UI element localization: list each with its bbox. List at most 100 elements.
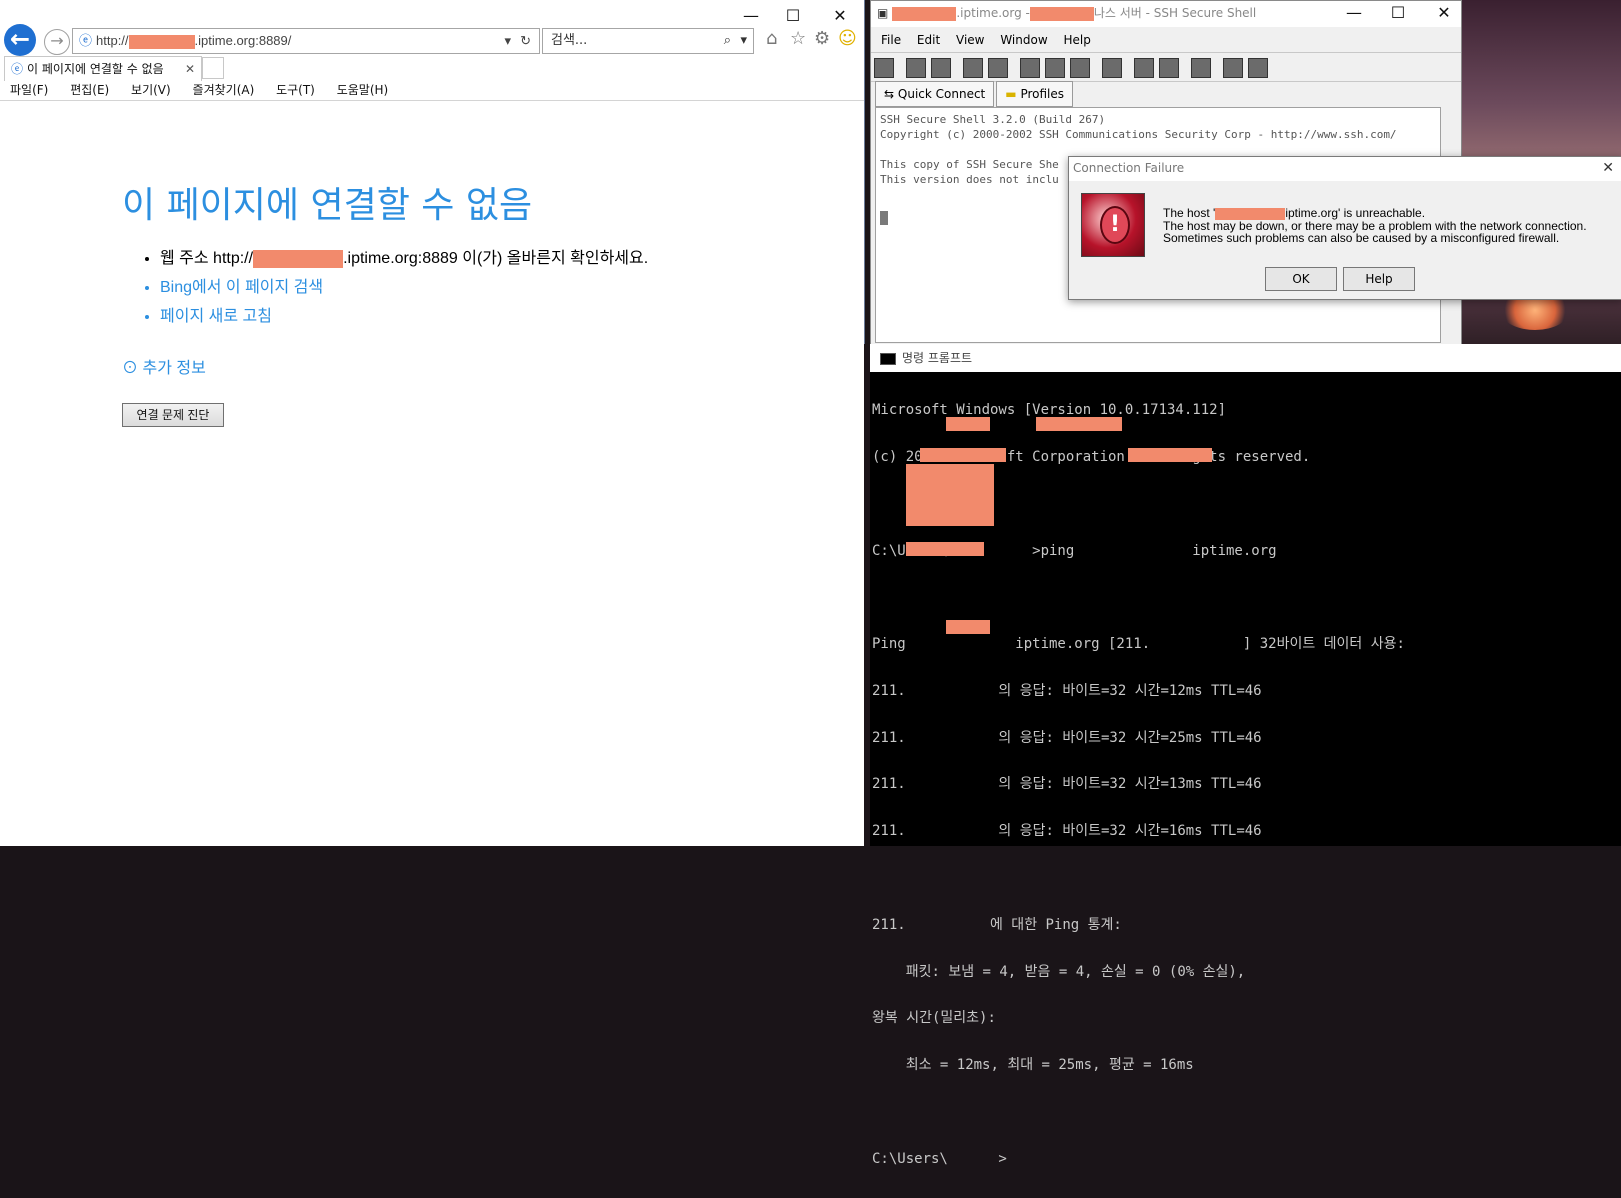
address-bar[interactable]: ⓔ http:// .iptime.org:8889/ ▾ ↻ xyxy=(72,28,540,54)
ssh-menu-help[interactable]: Help xyxy=(1063,33,1090,47)
ssh-title-host: .iptime.org - xyxy=(956,6,1030,20)
new-terminal-icon[interactable] xyxy=(1134,58,1154,78)
favorites-star-icon[interactable]: ☆ xyxy=(790,28,806,49)
folder-icon: ▬ xyxy=(1005,87,1017,101)
ssh-menu-view[interactable]: View xyxy=(956,33,984,47)
cmd-line: 패킷: 보냄 = 4, 받음 = 4, 손실 = 0 (0% 손실), xyxy=(872,963,1246,980)
settings-icon[interactable] xyxy=(1191,58,1211,78)
ie-menu-bar: 파일(F) 편집(E) 보기(V) 즐겨찾기(A) 도구(T) 도움말(H) xyxy=(0,80,864,100)
dialog-line-1-suffix: iptime.org' is unreachable. xyxy=(1285,206,1426,220)
ssh-minimize-button[interactable]: — xyxy=(1339,0,1369,27)
address-check-prefix: 웹 주소 http:// xyxy=(160,250,254,267)
ssh-menu-file[interactable]: File xyxy=(881,33,901,47)
paste-icon[interactable] xyxy=(1045,58,1065,78)
ssh-menu-window[interactable]: Window xyxy=(1000,33,1047,47)
ssh-maximize-button[interactable]: ☐ xyxy=(1383,0,1413,27)
address-prefix: http:// xyxy=(96,33,129,48)
disconnect-icon[interactable] xyxy=(988,58,1008,78)
menu-edit[interactable]: 편집(E) xyxy=(70,83,109,97)
home-icon[interactable]: ⌂ xyxy=(766,28,777,49)
menu-favorites[interactable]: 즐겨찾기(A) xyxy=(193,83,255,97)
cmd-line: C:\Users\ >ping iptime.org xyxy=(872,542,1277,559)
redacted-host xyxy=(128,34,195,49)
menu-file[interactable]: 파일(F) xyxy=(10,83,48,97)
ie-page-icon: ⓔ xyxy=(79,33,93,48)
help-book-icon[interactable] xyxy=(1223,58,1243,78)
error-alert-icon: ! xyxy=(1081,193,1145,257)
refresh-icon[interactable]: ↻ xyxy=(520,29,531,53)
cmd-line: 왕복 시간(밀리초): xyxy=(872,1010,996,1027)
ssh-menu-bar: File Edit View Window Help xyxy=(871,29,1461,51)
ssh-title-rest: 나스 서버 - SSH Secure Shell xyxy=(1093,6,1257,20)
redacted-ip xyxy=(906,464,994,526)
ie-window: — ☐ ✕ ← → ⓔ http://.iptime.org:8889/ ▾ ↻ … xyxy=(0,0,865,846)
find-binoculars-icon[interactable] xyxy=(1102,58,1122,78)
save-icon[interactable] xyxy=(874,58,894,78)
ssh-close-button[interactable]: ✕ xyxy=(1429,0,1459,27)
redacted-host xyxy=(1036,417,1122,431)
print-icon[interactable] xyxy=(906,58,926,78)
help-button[interactable]: Help xyxy=(1343,267,1415,291)
menu-help[interactable]: 도움말(H) xyxy=(337,83,389,97)
search-icon[interactable]: ⌕ xyxy=(724,29,731,53)
ok-button[interactable]: OK xyxy=(1265,267,1337,291)
connection-failure-dialog: Connection Failure ✕ ! The host ' iptime.… xyxy=(1068,156,1621,300)
cmd-title-bar: 명령 프롬프트 xyxy=(870,344,1621,372)
quick-connect-label: Quick Connect xyxy=(897,87,986,101)
search-box[interactable]: 검색... ⌕ ▾ xyxy=(542,28,754,54)
maximize-button[interactable]: ☐ xyxy=(778,2,808,30)
ssh-title-bar: ▣ .iptime.org - 나스 서버 - SSH Secure Shell —… xyxy=(871,1,1461,27)
cmd-line: Ping iptime.org [211. ] 32바이트 데이터 사용: xyxy=(872,636,1405,653)
expand-circle-icon: ⊙ xyxy=(122,360,139,377)
tab-close-icon[interactable]: ✕ xyxy=(185,57,195,81)
address-check-item: 웹 주소 http:// .iptime.org:8889 이(가) 올바른지 확… xyxy=(160,244,648,273)
dialog-title-bar: Connection Failure ✕ xyxy=(1069,157,1621,181)
profiles-button[interactable]: ▬ Profiles xyxy=(996,81,1074,107)
search-dropdown-icon[interactable]: ▾ xyxy=(740,29,747,53)
dropdown-icon[interactable]: ▾ xyxy=(504,29,511,53)
cmd-line: 211. 의 응답: 바이트=32 시간=16ms TTL=46 xyxy=(872,823,1262,840)
dialog-line-1-prefix: The host ' xyxy=(1163,206,1216,220)
cmd-line: 211. 의 응답: 바이트=32 시간=12ms TTL=46 xyxy=(872,682,1262,699)
error-title: 이 페이지에 연결할 수 없음 xyxy=(122,185,533,226)
ssh-quickbar: ⇆ Quick Connect ▬ Profiles xyxy=(875,81,1075,107)
paste-disabled-icon[interactable] xyxy=(1070,58,1090,78)
copy-icon[interactable] xyxy=(1020,58,1040,78)
term-line xyxy=(880,142,1436,157)
settings-gear-icon[interactable]: ⚙ xyxy=(814,28,830,49)
tab-current[interactable]: ⓔ 이 페이지에 연결할 수 없음 ✕ xyxy=(4,56,202,81)
redacted-name xyxy=(1029,6,1094,21)
refresh-page-link[interactable]: 페이지 새로 고침 xyxy=(160,302,648,331)
back-arrow-icon[interactable]: ← xyxy=(4,24,36,56)
ssh-menu-edit[interactable]: Edit xyxy=(917,33,940,47)
quick-connect-button[interactable]: ⇆ Quick Connect xyxy=(875,81,995,107)
close-button[interactable]: ✕ xyxy=(825,2,855,30)
cmd-app-icon xyxy=(880,352,896,365)
more-info-toggle[interactable]: ⊙ 추가 정보 xyxy=(122,354,206,378)
connect-icon[interactable] xyxy=(963,58,983,78)
redacted-username xyxy=(946,417,990,431)
context-help-icon[interactable] xyxy=(1248,58,1268,78)
cmd-line: 211. 의 응답: 바이트=32 시간=25ms TTL=46 xyxy=(872,729,1262,746)
menu-tools[interactable]: 도구(T) xyxy=(276,83,315,97)
forward-arrow-icon[interactable]: → xyxy=(44,29,70,55)
cmd-output[interactable]: Microsoft Windows [Version 10.0.17134.11… xyxy=(870,372,1621,1167)
file-transfer-icon[interactable] xyxy=(1159,58,1179,78)
dialog-close-icon[interactable]: ✕ xyxy=(1602,157,1614,179)
minimize-button[interactable]: — xyxy=(736,2,766,30)
ssh-app-icon: ▣ xyxy=(877,6,889,20)
cmd-line: 211. 에 대한 Ping 통계: xyxy=(872,916,1122,933)
dialog-title: Connection Failure xyxy=(1073,161,1185,175)
redacted-host xyxy=(253,249,344,268)
ie-chrome: — ☐ ✕ ← → ⓔ http://.iptime.org:8889/ ▾ ↻ … xyxy=(0,0,864,101)
redacted-ip xyxy=(906,542,984,556)
profiles-label: Profiles xyxy=(1020,87,1065,101)
smiley-feedback-icon[interactable]: ☺ xyxy=(838,28,857,49)
menu-view[interactable]: 보기(V) xyxy=(131,83,171,97)
new-tab-button[interactable] xyxy=(202,57,224,79)
diagnose-button[interactable]: 연결 문제 진단 xyxy=(122,403,224,427)
dialog-line-1: The host ' iptime.org' is unreachable. xyxy=(1163,207,1613,220)
bing-search-link[interactable]: Bing에서 이 페이지 검색 xyxy=(160,273,648,302)
print-preview-icon[interactable] xyxy=(931,58,951,78)
dialog-message: The host ' iptime.org' is unreachable. Th… xyxy=(1163,207,1613,244)
